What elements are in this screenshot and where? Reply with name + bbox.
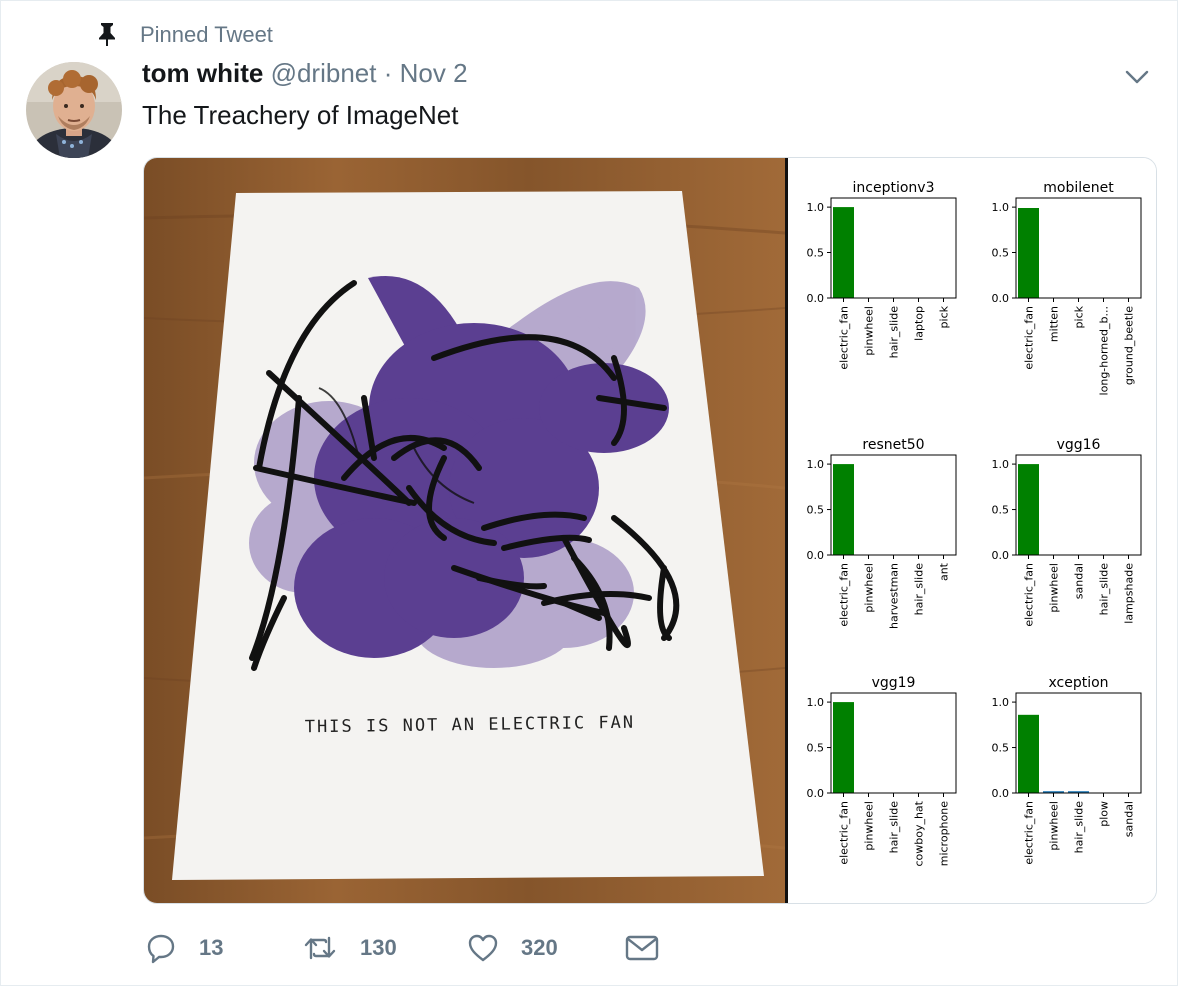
- x-tick-label: electric_fan: [838, 563, 851, 627]
- bar-electric_fan: [833, 464, 854, 555]
- bar-electric_fan: [1018, 464, 1039, 555]
- y-tick-label: 0.5: [807, 247, 825, 260]
- x-tick-label: pinwheel: [863, 306, 876, 356]
- bar-electric_fan: [1018, 208, 1039, 298]
- bar-electric_fan: [1018, 714, 1039, 793]
- x-tick-label: laptop: [913, 306, 926, 341]
- author-name[interactable]: tom white: [142, 58, 263, 88]
- x-tick-label: hair_slide: [913, 563, 926, 616]
- chevron-down-icon[interactable]: [1124, 66, 1150, 88]
- y-tick-label: 1.0: [807, 458, 825, 471]
- chart-title: xception: [1048, 675, 1108, 691]
- retweet-icon: [304, 936, 336, 960]
- y-tick-label: 0.5: [992, 742, 1010, 755]
- tweet-text: The Treachery of ImageNet: [142, 100, 459, 130]
- retweet-count: 130: [360, 935, 397, 960]
- y-tick-label: 0.0: [992, 292, 1010, 305]
- x-tick-label: pinwheel: [1048, 801, 1061, 851]
- reply-count: 13: [199, 935, 224, 960]
- x-tick-label: hair_slide: [1073, 801, 1086, 854]
- y-tick-label: 1.0: [992, 696, 1010, 709]
- x-tick-label: electric_fan: [1023, 563, 1036, 627]
- avatar[interactable]: [26, 62, 122, 158]
- y-tick-label: 0.0: [992, 549, 1010, 562]
- x-tick-label: pinwheel: [1048, 563, 1061, 613]
- y-tick-label: 0.5: [992, 504, 1010, 517]
- x-tick-label: long-horned_b...: [1098, 306, 1111, 395]
- y-tick-label: 1.0: [807, 696, 825, 709]
- heart-icon: [468, 934, 498, 962]
- y-tick-label: 0.0: [992, 787, 1010, 800]
- envelope-icon: [625, 935, 659, 961]
- y-tick-label: 0.5: [807, 504, 825, 517]
- reply-button[interactable]: 13: [145, 928, 223, 968]
- classifier-charts: inceptionv3 0.0 0.5 1.0 electric_fan pinwheel…: [788, 158, 1156, 903]
- x-tick-label: harvestman: [888, 563, 901, 629]
- x-tick-label: electric_fan: [838, 801, 851, 865]
- x-tick-label: plow: [1098, 801, 1111, 827]
- x-tick-label: mitten: [1048, 306, 1061, 342]
- tweet-header: tom white @dribnet · Nov 2: [142, 58, 468, 89]
- pinned-label: Pinned Tweet: [140, 22, 273, 47]
- x-tick-label: cowboy_hat: [913, 800, 926, 866]
- y-tick-label: 1.0: [807, 201, 825, 214]
- chart-title: vgg16: [1057, 437, 1101, 453]
- chart-title: vgg19: [872, 675, 916, 691]
- x-tick-label: hair_slide: [1098, 563, 1111, 616]
- x-tick-label: pick: [938, 305, 951, 328]
- x-tick-label: hair_slide: [888, 306, 901, 359]
- x-tick-label: electric_fan: [1023, 801, 1036, 865]
- y-tick-label: 1.0: [992, 458, 1010, 471]
- artwork-photo[interactable]: THIS IS NOT AN ELECTRIC FAN: [144, 158, 785, 903]
- header-separator: ·: [383, 58, 393, 88]
- y-tick-label: 1.0: [992, 201, 1010, 214]
- y-tick-label: 0.0: [807, 292, 825, 305]
- x-tick-label: sandal: [1073, 563, 1086, 599]
- reply-icon: [147, 934, 175, 964]
- x-tick-label: hair_slide: [888, 801, 901, 854]
- bar-electric_fan: [833, 207, 854, 298]
- chart-title: resnet50: [862, 437, 924, 453]
- y-tick-label: 0.0: [807, 787, 825, 800]
- tweet-date[interactable]: Nov 2: [400, 58, 468, 88]
- author-handle[interactable]: @dribnet: [271, 58, 377, 88]
- x-tick-label: electric_fan: [838, 306, 851, 370]
- x-tick-label: pick: [1073, 305, 1086, 328]
- y-tick-label: 0.5: [807, 742, 825, 755]
- tweet-media[interactable]: THIS IS NOT AN ELECTRIC FAN inceptionv3 0…: [143, 157, 1157, 904]
- tweet-actions: 13 130 320: [145, 928, 705, 968]
- x-tick-label: microphone: [938, 801, 951, 866]
- chart-title: mobilenet: [1043, 180, 1114, 196]
- retweet-button[interactable]: 130: [302, 928, 397, 968]
- x-tick-label: ant: [938, 562, 951, 581]
- like-button[interactable]: 320: [467, 928, 558, 968]
- x-tick-label: electric_fan: [1023, 306, 1036, 370]
- y-tick-label: 0.0: [807, 549, 825, 562]
- x-tick-label: pinwheel: [863, 801, 876, 851]
- x-tick-label: sandal: [1123, 801, 1136, 837]
- y-tick-label: 0.5: [992, 247, 1010, 260]
- chart-title: inceptionv3: [853, 180, 935, 196]
- x-tick-label: ground_beetle: [1123, 306, 1136, 385]
- pin-icon: [99, 23, 115, 46]
- like-count: 320: [521, 935, 558, 960]
- x-tick-label: pinwheel: [863, 563, 876, 613]
- pinned-indicator: Pinned Tweet: [96, 20, 273, 48]
- direct-message-button[interactable]: [625, 928, 659, 968]
- x-tick-label: lampshade: [1123, 563, 1136, 624]
- bar-electric_fan: [833, 702, 854, 793]
